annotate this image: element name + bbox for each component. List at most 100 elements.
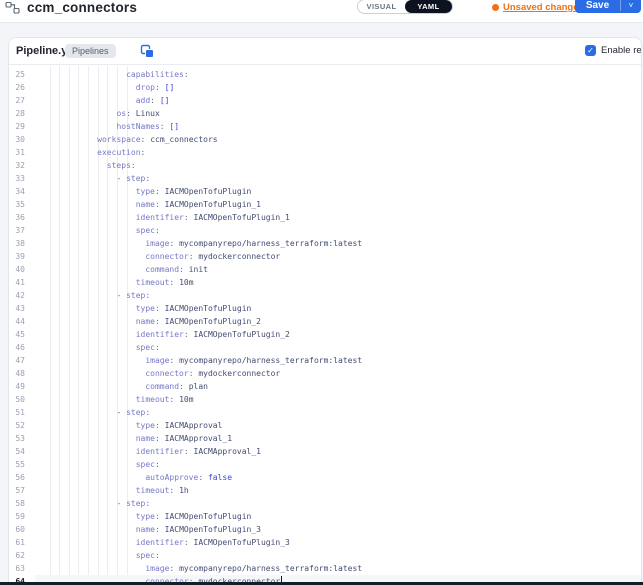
line-number: 32 [9, 159, 25, 172]
line-number: 45 [9, 328, 25, 341]
line-number: 43 [9, 302, 25, 315]
line-number: 61 [9, 536, 25, 549]
code-line[interactable]: type: IACMOpenTofuPlugin [35, 185, 641, 198]
code-line[interactable]: capabilities: [35, 68, 641, 81]
line-number: 47 [9, 354, 25, 367]
pipeline-icon [5, 1, 20, 15]
yaml-editor[interactable]: 2526272829303132333435363738394041424344… [9, 66, 641, 585]
code-line[interactable]: name: IACMOpenTofuPlugin_2 [35, 315, 641, 328]
app-window: ccm_connectors VISUAL YAML Unsaved chang… [0, 0, 643, 585]
enable-read-label: Enable read/ [601, 45, 642, 56]
visual-toggle-option[interactable]: VISUAL [358, 2, 405, 11]
save-split-button[interactable]: Save ˅ [575, 0, 641, 13]
code-line[interactable]: autoApprove: false [35, 471, 641, 484]
line-number: 25 [9, 68, 25, 81]
line-number: 46 [9, 341, 25, 354]
line-number: 48 [9, 367, 25, 380]
file-bar: Pipeline.yaml Pipelines ✓ Enable read/ [9, 38, 641, 65]
line-number: 56 [9, 471, 25, 484]
line-number: 51 [9, 406, 25, 419]
code-line[interactable]: - step: [35, 289, 641, 302]
line-number: 39 [9, 250, 25, 263]
line-number: 36 [9, 211, 25, 224]
code-line[interactable]: type: IACMOpenTofuPlugin [35, 510, 641, 523]
line-number: 31 [9, 146, 25, 159]
code-line[interactable]: spec: [35, 458, 641, 471]
code-line[interactable]: spec: [35, 224, 641, 237]
page-title: ccm_connectors [27, 0, 137, 15]
code-line[interactable]: command: init [35, 263, 641, 276]
code-line[interactable]: - step: [35, 497, 641, 510]
code-line[interactable]: drop: [] [35, 81, 641, 94]
code-line[interactable]: - step: [35, 172, 641, 185]
unsaved-changes-link[interactable]: Unsaved changes [503, 2, 584, 13]
code-line[interactable]: connector: mydockerconnector [35, 250, 641, 263]
enable-read-group: ✓ Enable read/ [585, 45, 642, 56]
line-number: 58 [9, 497, 25, 510]
top-header: ccm_connectors VISUAL YAML Unsaved chang… [0, 0, 643, 23]
code-line[interactable]: name: IACMOpenTofuPlugin_3 [35, 523, 641, 536]
gutter: 2526272829303132333435363738394041424344… [9, 66, 25, 585]
line-number: 38 [9, 237, 25, 250]
line-number: 63 [9, 562, 25, 575]
yaml-toggle-option[interactable]: YAML [405, 0, 452, 13]
code-line[interactable]: add: [] [35, 94, 641, 107]
code-line[interactable]: timeout: 10m [35, 393, 641, 406]
code-line[interactable]: workspace: ccm_connectors [35, 133, 641, 146]
line-number: 52 [9, 419, 25, 432]
code-line[interactable]: spec: [35, 341, 641, 354]
line-number: 50 [9, 393, 25, 406]
line-number: 44 [9, 315, 25, 328]
code-line[interactable]: command: plan [35, 380, 641, 393]
line-number: 57 [9, 484, 25, 497]
code-line[interactable]: spec: [35, 549, 641, 562]
code-line[interactable]: execution: [35, 146, 641, 159]
view-mode-toggle[interactable]: VISUAL YAML [357, 0, 453, 14]
yaml-editor-card: Pipeline.yaml Pipelines ✓ Enable read/ 2… [8, 37, 642, 585]
code-line[interactable]: identifier: IACMOpenTofuPlugin_2 [35, 328, 641, 341]
line-number: 55 [9, 458, 25, 471]
line-number: 33 [9, 172, 25, 185]
line-number: 40 [9, 263, 25, 276]
line-number: 30 [9, 133, 25, 146]
code-line[interactable]: identifier: IACMOpenTofuPlugin_3 [35, 536, 641, 549]
save-button[interactable]: Save [575, 0, 620, 13]
line-number: 29 [9, 120, 25, 133]
line-number: 53 [9, 432, 25, 445]
code-line[interactable]: steps: [35, 159, 641, 172]
line-number: 60 [9, 523, 25, 536]
code-line[interactable]: image: mycompanyrepo/harness_terraform:l… [35, 562, 641, 575]
copy-icon[interactable] [140, 44, 155, 59]
code-line[interactable]: connector: mydockerconnector [35, 367, 641, 380]
line-number: 34 [9, 185, 25, 198]
code-line[interactable]: identifier: IACMApproval_1 [35, 445, 641, 458]
line-number: 28 [9, 107, 25, 120]
code-line[interactable]: hostNames: [] [35, 120, 641, 133]
code-line[interactable]: - step: [35, 406, 641, 419]
unsaved-changes[interactable]: Unsaved changes [492, 1, 584, 14]
line-number: 42 [9, 289, 25, 302]
file-type-badge: Pipelines [65, 44, 116, 58]
line-number: 27 [9, 94, 25, 107]
enable-read-checkbox[interactable]: ✓ [585, 45, 596, 56]
code-line[interactable]: image: mycompanyrepo/harness_terraform:l… [35, 354, 641, 367]
code-line[interactable]: type: IACMApproval [35, 419, 641, 432]
pipeline-title-group: ccm_connectors [5, 0, 137, 15]
code-line[interactable]: image: mycompanyrepo/harness_terraform:l… [35, 237, 641, 250]
code-line[interactable]: timeout: 1h [35, 484, 641, 497]
code-line[interactable]: name: IACMOpenTofuPlugin_1 [35, 198, 641, 211]
line-number: 41 [9, 276, 25, 289]
line-number: 62 [9, 549, 25, 562]
line-number: 59 [9, 510, 25, 523]
line-number: 37 [9, 224, 25, 237]
line-number: 35 [9, 198, 25, 211]
line-number: 49 [9, 380, 25, 393]
code-line[interactable]: type: IACMOpenTofuPlugin [35, 302, 641, 315]
code-line[interactable]: timeout: 10m [35, 276, 641, 289]
code-line[interactable]: identifier: IACMOpenTofuPlugin_1 [35, 211, 641, 224]
code-line[interactable]: os: Linux [35, 107, 641, 120]
chevron-down-icon[interactable]: ˅ [621, 0, 641, 13]
unsaved-dot-icon [492, 4, 499, 11]
code-line[interactable]: name: IACMApproval_1 [35, 432, 641, 445]
line-number: 54 [9, 445, 25, 458]
